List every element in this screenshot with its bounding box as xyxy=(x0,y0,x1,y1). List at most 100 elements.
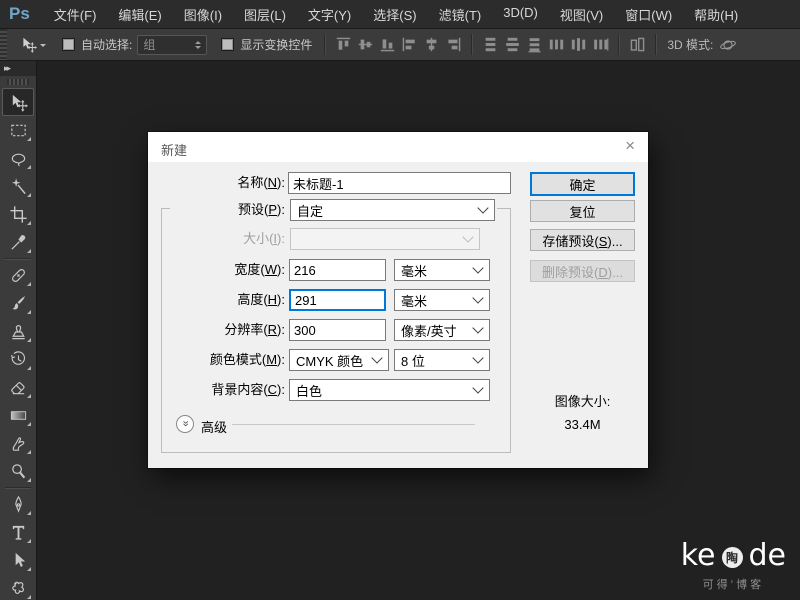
align-left-edges-icon[interactable] xyxy=(401,36,418,53)
menu-item[interactable]: 编辑(E) xyxy=(107,5,172,24)
move-tool-icon xyxy=(9,93,28,112)
eyedropper-tool-icon xyxy=(9,233,28,252)
ok-button[interactable]: 确定 xyxy=(530,172,635,196)
menu-item[interactable]: 图像(I) xyxy=(173,5,233,24)
options-bar-grip[interactable] xyxy=(0,29,7,60)
dodge-tool-icon xyxy=(9,462,28,481)
width-label: 宽度(W): xyxy=(148,259,285,281)
name-input[interactable] xyxy=(288,172,511,194)
current-tool-preview[interactable] xyxy=(14,36,52,53)
align-bottom-edges-icon[interactable] xyxy=(379,36,396,53)
watermark-logo-left: ke xyxy=(681,538,716,573)
distribute-left-edges-icon[interactable] xyxy=(548,36,565,53)
gradient-tool-button[interactable] xyxy=(2,401,34,429)
align-horizontal-centers-icon[interactable] xyxy=(423,36,440,53)
flyout-triangle-icon xyxy=(27,249,31,253)
menu-item[interactable]: 文件(F) xyxy=(43,5,108,24)
flyout-triangle-icon xyxy=(27,193,31,197)
align-right-edges-icon[interactable] xyxy=(445,36,462,53)
width-input[interactable] xyxy=(289,259,386,281)
menu-item[interactable]: 3D(D) xyxy=(492,5,549,24)
height-unit-dropdown[interactable]: 毫米 xyxy=(394,289,490,311)
image-size-value: 33.4M xyxy=(530,417,635,432)
rectangular-marquee-tool-button[interactable] xyxy=(2,116,34,144)
lasso-tool-button[interactable] xyxy=(2,144,34,172)
align-top-edges-icon[interactable] xyxy=(335,36,352,53)
resolution-unit-dropdown[interactable]: 像素/英寸 xyxy=(394,319,490,341)
pen-tool-button[interactable] xyxy=(2,490,34,518)
background-contents-dropdown[interactable]: 白色 xyxy=(289,379,490,401)
3d-mode-label: 3D 模式: xyxy=(667,36,713,53)
auto-align-layers-icon[interactable] xyxy=(629,36,646,53)
spinner-icon xyxy=(195,41,201,49)
color-mode-dropdown[interactable]: CMYK 颜色 xyxy=(289,349,389,371)
lasso-tool-icon xyxy=(9,149,28,168)
3d-rotate-icon[interactable] xyxy=(719,36,737,54)
size-label: 大小(I): xyxy=(148,228,285,250)
advanced-expander-button[interactable]: » xyxy=(176,415,194,433)
dialog-titlebar[interactable]: 新建 × xyxy=(148,132,648,162)
eraser-tool-button[interactable] xyxy=(2,373,34,401)
custom-shape-tool-button[interactable] xyxy=(2,574,34,600)
chevron-down-icon xyxy=(472,322,483,333)
smudge-tool-button[interactable] xyxy=(2,429,34,457)
align-vertical-centers-icon[interactable] xyxy=(357,36,374,53)
resolution-input[interactable] xyxy=(289,319,386,341)
menu-item[interactable]: 选择(S) xyxy=(362,5,427,24)
menu-item[interactable]: 窗口(W) xyxy=(614,5,683,24)
bit-depth-dropdown[interactable]: 8 位 xyxy=(394,349,490,371)
chevron-down-icon xyxy=(477,202,488,213)
height-input[interactable] xyxy=(289,289,386,311)
distribute-top-edges-icon[interactable] xyxy=(482,36,499,53)
auto-select-target-value: 组 xyxy=(143,36,155,53)
align-buttons-group xyxy=(332,36,464,53)
crop-tool-button[interactable] xyxy=(2,200,34,228)
close-icon[interactable]: × xyxy=(625,137,635,154)
distribute-right-edges-icon[interactable] xyxy=(592,36,609,53)
save-preset-button[interactable]: 存储预设(S)... xyxy=(530,229,635,251)
auto-select-target-dropdown[interactable]: 组 xyxy=(137,35,207,55)
path-selection-tool-button[interactable] xyxy=(2,546,34,574)
crop-tool-icon xyxy=(9,205,28,224)
smudge-tool-icon xyxy=(9,434,28,453)
distribute-bottom-edges-icon[interactable] xyxy=(526,36,543,53)
menu-item[interactable]: 视图(V) xyxy=(549,5,614,24)
move-tool-button[interactable] xyxy=(2,88,34,116)
distribute-horizontal-centers-icon[interactable] xyxy=(570,36,587,53)
resolution-label: 分辨率(R): xyxy=(148,319,285,341)
double-chevron-down-icon: » xyxy=(180,420,191,426)
menu-item[interactable]: 图层(L) xyxy=(233,5,297,24)
advanced-label: 高级 xyxy=(201,417,227,436)
tools-panel-collapse-button[interactable]: ▸▸ xyxy=(0,61,36,76)
clone-stamp-tool-button[interactable] xyxy=(2,317,34,345)
history-brush-tool-button[interactable] xyxy=(2,345,34,373)
chevron-down-icon xyxy=(472,382,483,393)
new-document-dialog: 新建 × 名称(N): 确定 预设(P): 自定 复位 大小(I): 存储预设(… xyxy=(148,132,648,468)
dodge-tool-button[interactable] xyxy=(2,457,34,485)
preset-label: 预设(P): xyxy=(148,199,285,221)
type-tool-button[interactable] xyxy=(2,518,34,546)
brush-tool-button[interactable] xyxy=(2,289,34,317)
auto-select-checkbox[interactable] xyxy=(62,38,75,51)
spot-healing-brush-tool-button[interactable] xyxy=(2,261,34,289)
eyedropper-tool-button[interactable] xyxy=(2,228,34,256)
menu-item[interactable]: 文字(Y) xyxy=(297,5,362,24)
delete-preset-button: 删除预设(D)... xyxy=(530,260,635,282)
reset-button[interactable]: 复位 xyxy=(530,200,635,222)
magic-wand-tool-button[interactable] xyxy=(2,172,34,200)
distribute-vertical-centers-icon[interactable] xyxy=(504,36,521,53)
flyout-triangle-icon xyxy=(27,595,31,599)
tool-options-bar: 自动选择: 组 显示变换控件 3D 模式: xyxy=(0,29,800,61)
height-unit-value: 毫米 xyxy=(401,291,427,310)
tools-panel-grip[interactable] xyxy=(7,79,29,85)
menu-item[interactable]: 帮助(H) xyxy=(683,5,749,24)
auto-select-label: 自动选择: xyxy=(81,36,132,53)
auto-align-button[interactable] xyxy=(626,36,648,53)
chevron-down-icon xyxy=(472,262,483,273)
menu-item[interactable]: 滤镜(T) xyxy=(428,5,493,24)
width-unit-dropdown[interactable]: 毫米 xyxy=(394,259,490,281)
show-transform-checkbox[interactable] xyxy=(221,38,234,51)
divider xyxy=(655,34,656,55)
preset-dropdown[interactable]: 自定 xyxy=(290,199,495,221)
flyout-triangle-icon xyxy=(27,165,31,169)
